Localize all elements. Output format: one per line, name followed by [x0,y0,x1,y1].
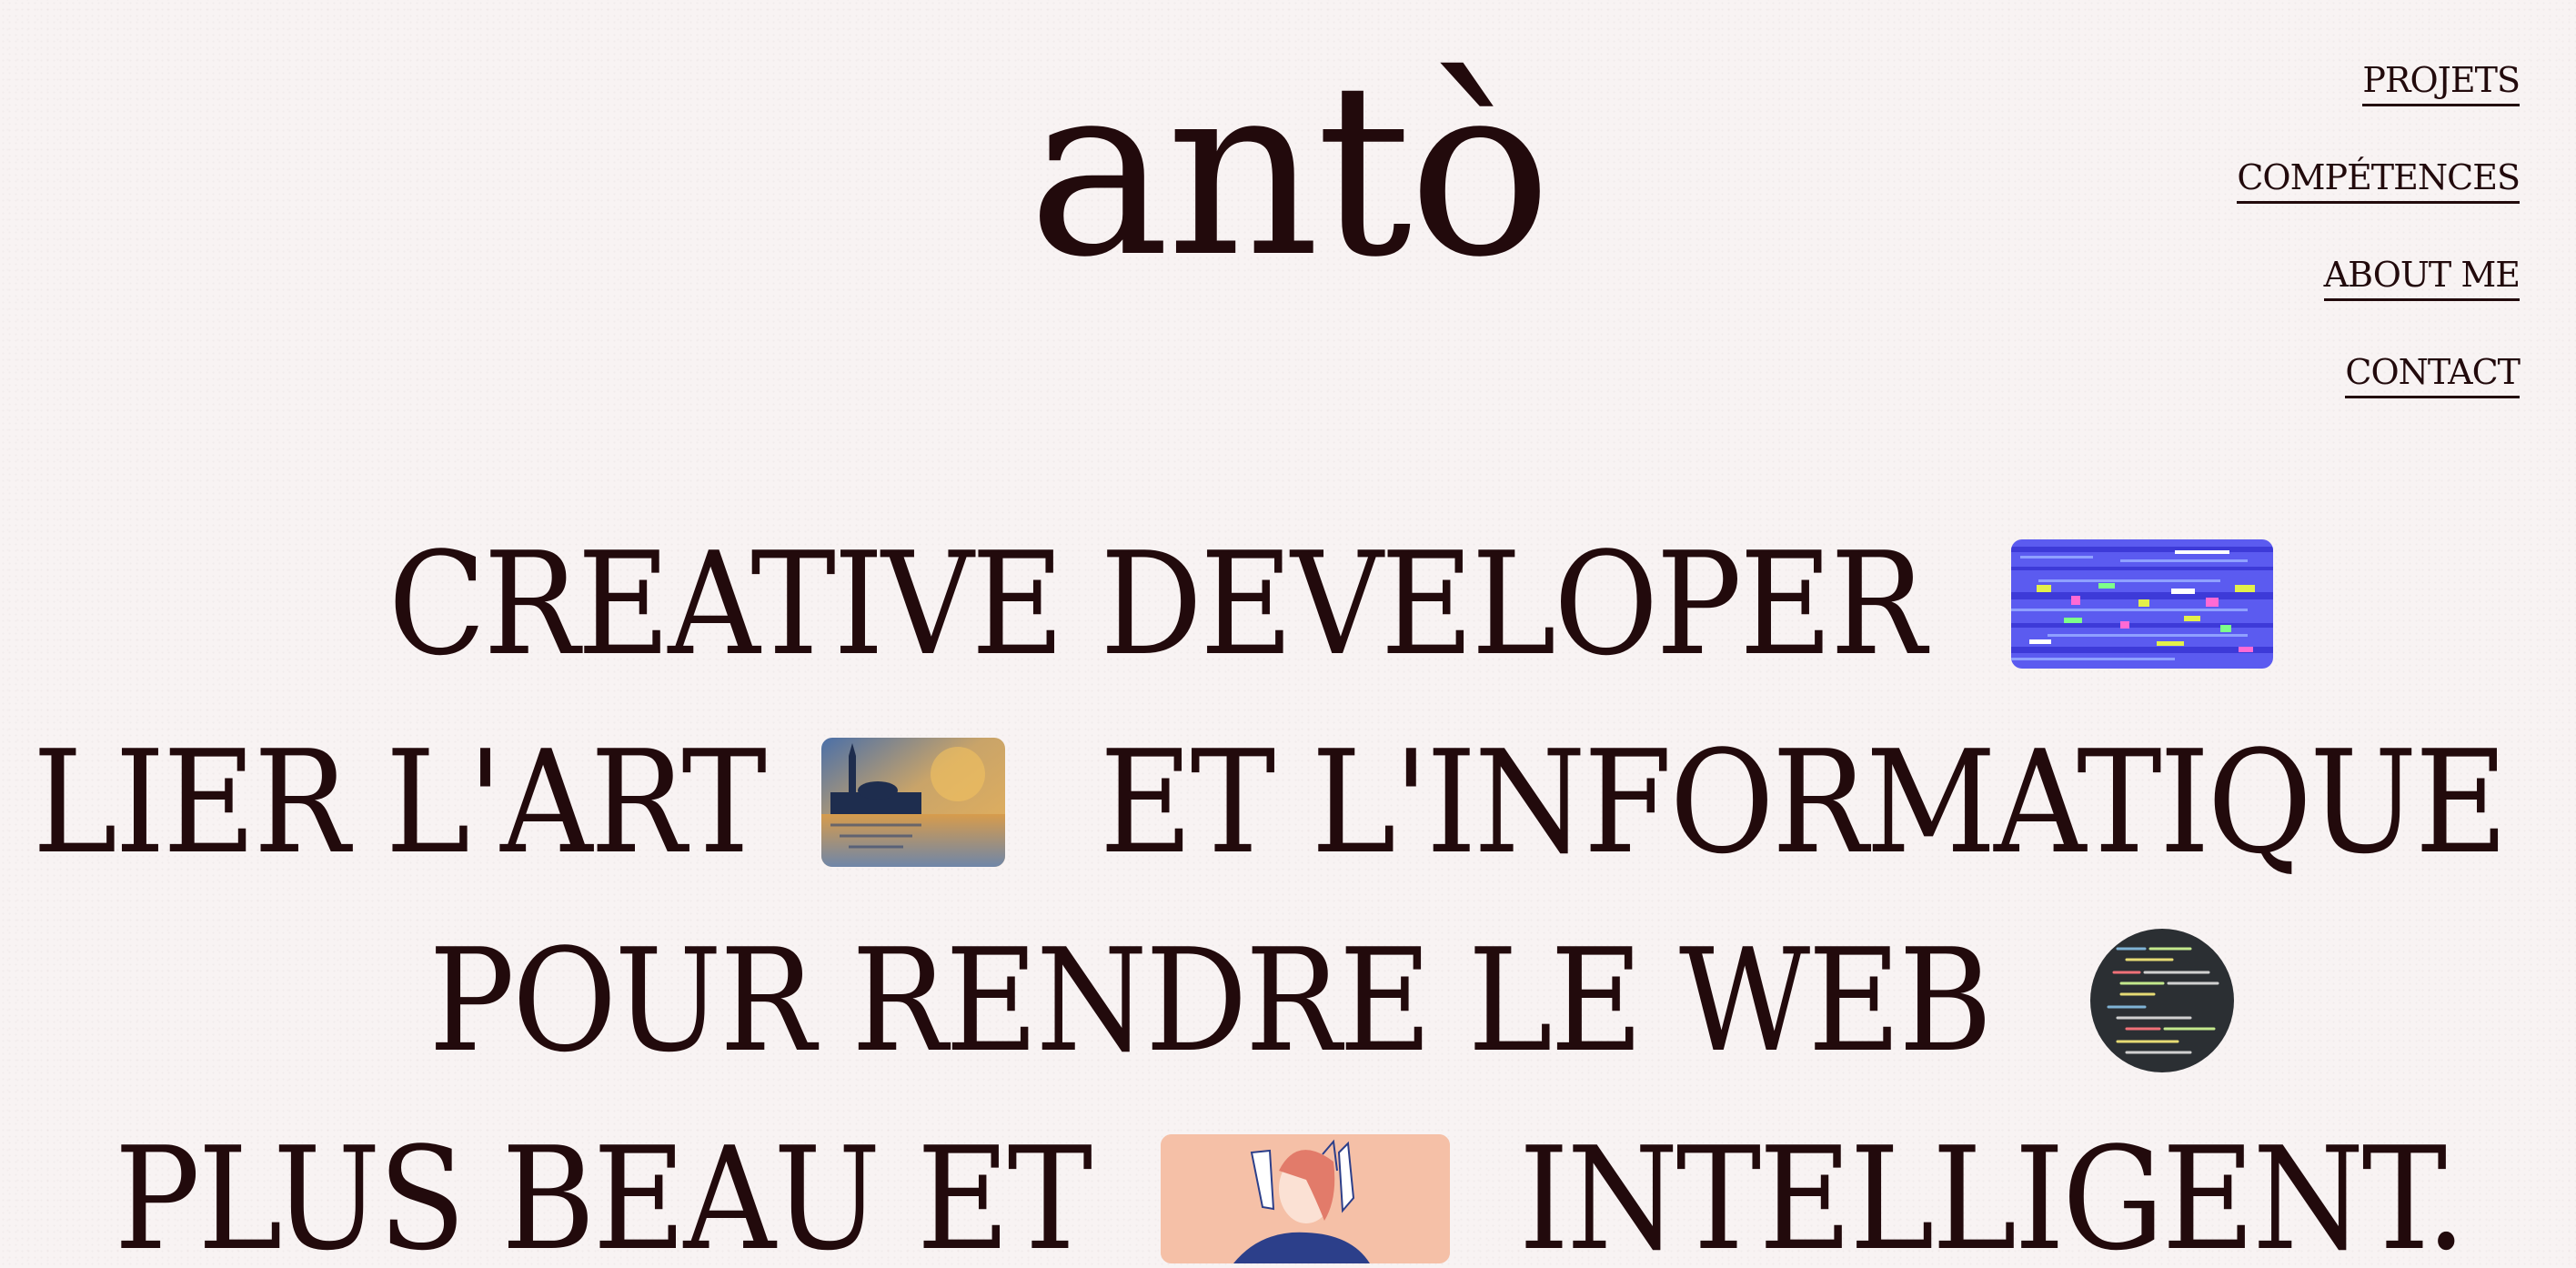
painting-thumbnail [821,738,1006,867]
nav-link-projets[interactable]: PROJETS [2362,56,2521,106]
nav-link-competences[interactable]: COMPÉTENCES [2237,154,2521,204]
hero-line-4-text-b: INTELLIGENT. [1518,1116,2466,1268]
hero-line-3-text: POUR RENDRE LE WEB [428,918,1993,1083]
hero-line-4-text-a: PLUS BEAU ET [114,1116,1092,1268]
hero-line-3: POUR RENDRE LE WEB [0,901,2576,1100]
nav-link-about-me[interactable]: ABOUT ME [2323,251,2521,301]
hero-line-2-text-a: LIER L'ART [32,720,767,885]
code-screen-thumbnail [2089,929,2234,1072]
hero-line-2: LIER L'ART ET L'INFORMATIQUE [0,703,2576,901]
main-nav: PROJETS COMPÉTENCES ABOUT ME CONTACT [2237,56,2521,398]
glitch-art-thumbnail [2010,539,2273,669]
hero-line-2-text-b: ET L'INFORMATIQUE [1100,720,2508,885]
hero-headline: CREATIVE DEVELOPER LIER L'ART ET L'INFOR… [0,505,2576,1268]
nav-link-contact[interactable]: CONTACT [2345,348,2521,398]
illustration-thumbnail [1160,1134,1450,1263]
hero-line-1: CREATIVE DEVELOPER [0,505,2576,703]
site-logo[interactable]: antò [0,35,2576,307]
hero-line-1-text: CREATIVE DEVELOPER [387,521,1927,687]
hero-line-4: PLUS BEAU ET INTELLIGENT. [0,1100,2576,1268]
